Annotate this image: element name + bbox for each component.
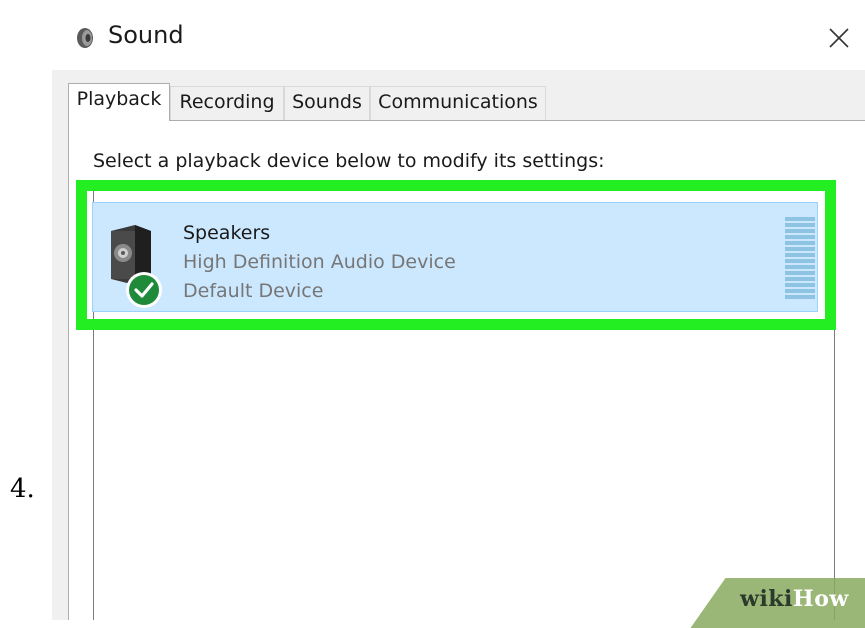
tab-communications[interactable]: Communications [370, 86, 546, 120]
tab-playback[interactable]: Playback [68, 83, 170, 121]
tab-recording[interactable]: Recording [170, 86, 284, 120]
window-title: Sound [108, 21, 184, 49]
step-number: 4. [10, 474, 35, 504]
watermark-wiki: wiki [740, 586, 793, 612]
title-bar: Sound [52, 6, 865, 70]
instruction-text: Select a playback device below to modify… [93, 150, 605, 172]
sound-dialog: Sound Playback Recording Sounds Communic… [52, 6, 865, 620]
watermark-how: How [792, 586, 849, 612]
highlight-outline [76, 180, 836, 330]
tab-sounds[interactable]: Sounds [284, 86, 370, 120]
close-icon [829, 28, 849, 48]
wikihow-watermark: wikiHow [740, 586, 849, 612]
close-button[interactable] [813, 6, 865, 70]
speaker-icon [77, 28, 93, 48]
